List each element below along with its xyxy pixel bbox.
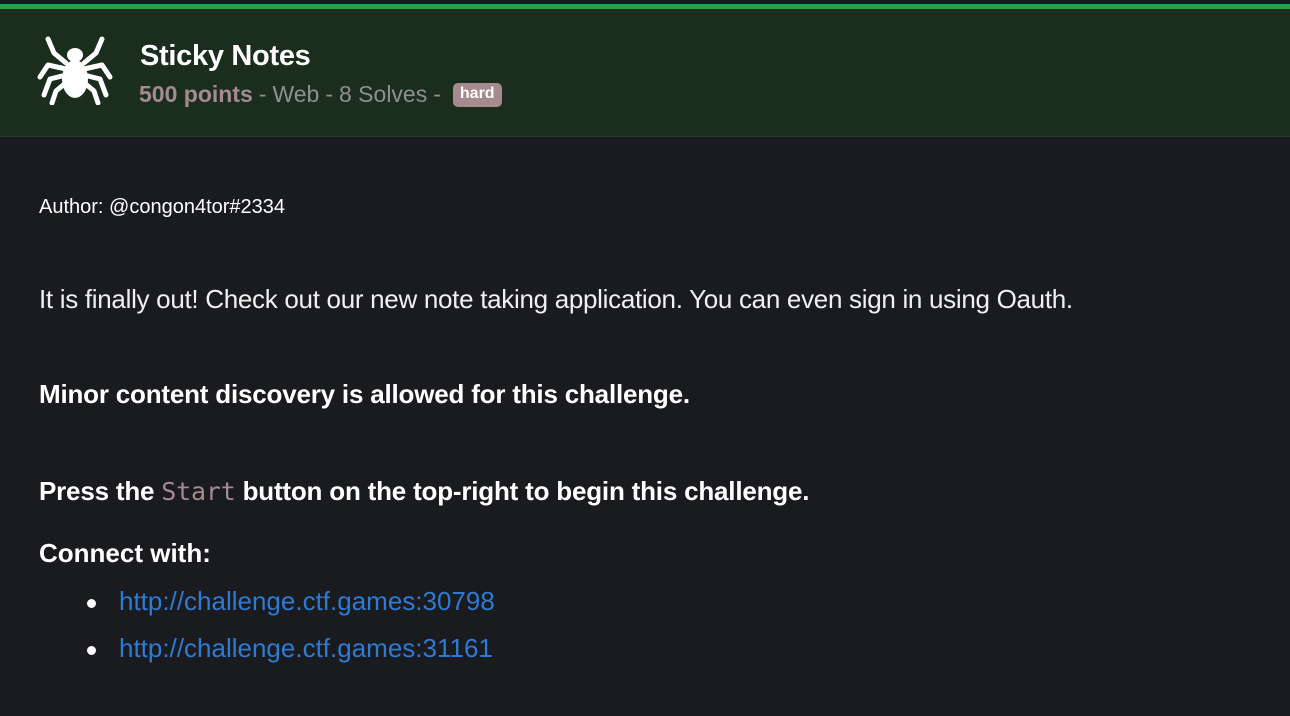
connection-link-2[interactable]: http://challenge.ctf.games:31161 bbox=[119, 633, 493, 663]
description-text: It is finally out! Check out our new not… bbox=[39, 284, 1073, 314]
press-suffix: button on the top-right to begin this ch… bbox=[242, 476, 810, 506]
meta-separator: - bbox=[325, 81, 333, 107]
difficulty-badge: hard bbox=[452, 82, 502, 107]
meta-separator: - bbox=[258, 81, 267, 107]
press-prefix: Press the bbox=[39, 476, 155, 506]
meta-separator: - bbox=[433, 81, 441, 107]
points-value: 500 points bbox=[139, 81, 253, 107]
challenge-header: Sticky Notes 500 points - Web - 8 Solves… bbox=[0, 9, 1290, 137]
author-line: Author: @congon4tor#2334 bbox=[39, 196, 286, 218]
connection-links: http://challenge.ctf.games:30798 http://… bbox=[39, 586, 495, 680]
category-label: Web bbox=[272, 81, 320, 107]
spider-icon bbox=[37, 36, 113, 105]
start-instructions: Press the Start button on the top-right … bbox=[39, 476, 809, 507]
challenge-meta: 500 points - Web - 8 Solves - hard bbox=[139, 81, 502, 108]
connect-heading: Connect with: bbox=[39, 538, 211, 568]
challenge-title: Sticky Notes bbox=[140, 40, 311, 72]
content-discovery-notice: Minor content discovery is allowed for t… bbox=[39, 379, 690, 409]
list-item: http://challenge.ctf.games:30798 bbox=[39, 586, 495, 633]
solves-count: 8 Solves bbox=[339, 81, 428, 107]
connection-link-1[interactable]: http://challenge.ctf.games:30798 bbox=[119, 586, 495, 616]
challenge-card: Sticky Notes 500 points - Web - 8 Solves… bbox=[0, 0, 1290, 716]
bullet-icon bbox=[87, 646, 96, 655]
list-item: http://challenge.ctf.games:31161 bbox=[39, 633, 495, 680]
bullet-icon bbox=[87, 599, 96, 608]
start-code: Start bbox=[161, 477, 236, 506]
